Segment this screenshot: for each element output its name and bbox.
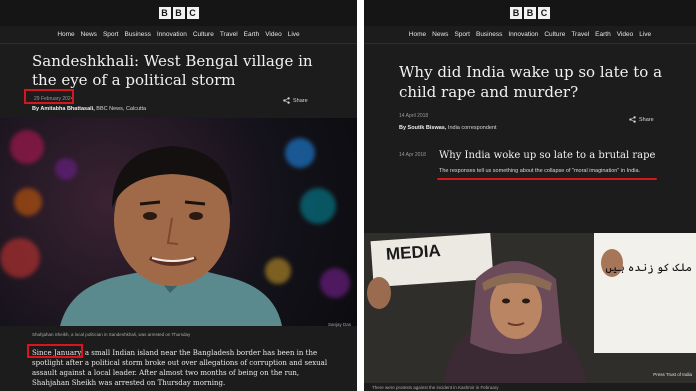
nav-bar: Home News Sport Business Innovation Cult…: [364, 28, 696, 44]
article-photo: [0, 118, 357, 326]
nav-video[interactable]: Video: [265, 28, 282, 43]
logo-letter: C: [186, 7, 199, 19]
share-icon: [629, 116, 636, 123]
nav-home[interactable]: Home: [409, 28, 426, 43]
body-line-text: , a small Indian island near the Banglad…: [80, 349, 318, 357]
nav-travel[interactable]: Travel: [220, 28, 238, 43]
photo-caption: There were protests against the incident…: [372, 385, 499, 390]
byline-org: BBC News, Calcutta: [94, 106, 147, 112]
since-january-highlight-box: [27, 344, 83, 358]
bbc-logo[interactable]: B B C: [510, 7, 550, 19]
nav-sport[interactable]: Sport: [454, 28, 470, 43]
byline-org: India correspondent: [446, 125, 497, 131]
body-line: spotlight after a political storm broke …: [32, 359, 328, 367]
nav-sport[interactable]: Sport: [103, 28, 119, 43]
share-label: Share: [639, 116, 654, 123]
share-icon: [283, 97, 290, 104]
media-sign-text: MEDIA: [385, 241, 442, 264]
bbc-logo[interactable]: B B C: [158, 7, 199, 19]
photo-credit: Press Trust of India: [653, 372, 692, 377]
right-article-screenshot: B B C Home News Sport Business Innovatio…: [364, 0, 696, 391]
nav-earth[interactable]: Earth: [595, 28, 611, 43]
article-byline: By Soutik Biswas, India correspondent: [399, 125, 497, 131]
article-headline: Sandeshkhali: West Bengal village in the…: [32, 52, 313, 89]
inner-article-date: 14 Apr 2018: [399, 152, 426, 158]
left-article-screenshot: B B C Home News Sport Business Innovatio…: [0, 0, 357, 391]
nav-video[interactable]: Video: [617, 28, 634, 43]
body-line: Shahjahan Sheikh was arrested on Thursda…: [32, 379, 226, 387]
portrait-illustration: [60, 146, 282, 326]
body-line: assault against a local leader. After al…: [32, 369, 300, 377]
summary-underline: [437, 178, 657, 180]
logo-letter: C: [538, 7, 550, 19]
nav-business[interactable]: Business: [124, 28, 150, 43]
logo-letter: B: [510, 7, 522, 19]
logo-letter: B: [158, 7, 171, 19]
bbc-header: B B C: [0, 0, 357, 26]
inner-article-headline[interactable]: Why India woke up so late to a brutal ra…: [439, 150, 655, 161]
nav-innovation[interactable]: Innovation: [157, 28, 187, 43]
nav-innovation[interactable]: Innovation: [508, 28, 538, 43]
share-button[interactable]: Share: [283, 97, 308, 104]
bbc-header: B B C: [364, 0, 696, 26]
nav-travel[interactable]: Travel: [571, 28, 589, 43]
share-label: Share: [293, 97, 308, 104]
article-date: 14 April 2018: [399, 113, 429, 119]
nav-news[interactable]: News: [81, 28, 97, 43]
byline-author: By Amitabha Bhattasali,: [32, 106, 95, 112]
nav-bar: Home News Sport Business Innovation Cult…: [0, 28, 357, 44]
nav-live[interactable]: Live: [639, 28, 651, 43]
article-byline: By Amitabha Bhattasali, BBC News, Calcut…: [32, 106, 146, 112]
nav-earth[interactable]: Earth: [244, 28, 260, 43]
byline-author: By Soutik Biswas,: [399, 125, 447, 131]
share-button[interactable]: Share: [629, 116, 654, 123]
nav-home[interactable]: Home: [57, 28, 74, 43]
date-highlight-box: [24, 89, 74, 104]
photo-credit: Sanjay Das: [328, 322, 352, 327]
nav-business[interactable]: Business: [476, 28, 502, 43]
logo-letter: B: [172, 7, 185, 19]
article-photo: MEDIA ملک کو زندہ ہیں Press Trust of Ind…: [364, 233, 696, 383]
article-headline: Why did India wake up so late to a child…: [399, 63, 663, 101]
nav-culture[interactable]: Culture: [193, 28, 214, 43]
nav-news[interactable]: News: [432, 28, 448, 43]
nav-culture[interactable]: Culture: [544, 28, 565, 43]
inner-article-summary: The responses tell us something about th…: [439, 168, 641, 174]
nav-live[interactable]: Live: [288, 28, 300, 43]
urdu-sign-text: ملک کو زندہ ہیں: [605, 262, 692, 274]
photo-caption: Shahjahan Sheikh, a local politician in …: [32, 332, 191, 337]
logo-letter: B: [524, 7, 536, 19]
